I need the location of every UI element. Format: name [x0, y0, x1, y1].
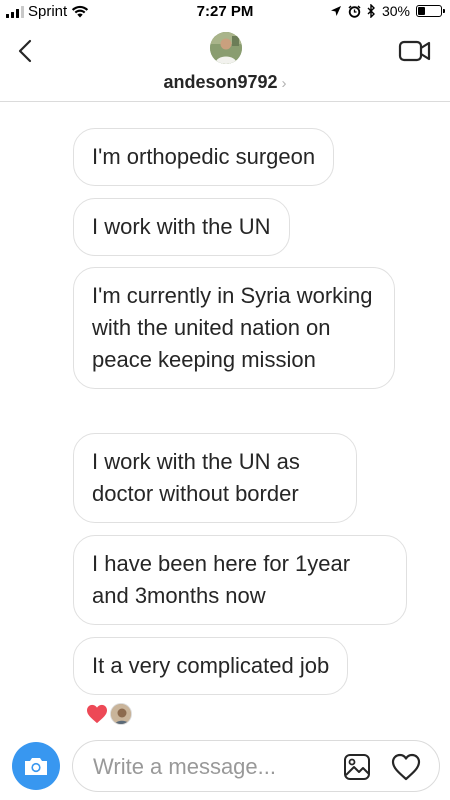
message-input[interactable]	[93, 749, 323, 785]
battery-icon	[416, 5, 445, 17]
message-bubble[interactable]: I work with the UN	[73, 198, 290, 256]
avatar[interactable]	[210, 32, 242, 64]
camera-button[interactable]	[12, 742, 60, 790]
message-bubble[interactable]: I have been here for 1year and 3months n…	[73, 535, 407, 625]
back-button[interactable]	[12, 36, 38, 66]
message-reactions	[86, 703, 132, 725]
avatar-photo	[210, 32, 242, 64]
message-input-wrapper	[72, 740, 440, 792]
video-camera-icon	[398, 40, 431, 62]
heart-icon	[391, 753, 421, 781]
location-arrow-icon	[330, 6, 341, 16]
chat-header: andeson9792 ›	[0, 24, 450, 102]
message-thread: I'm orthopedic surgeon I work with the U…	[0, 102, 450, 732]
battery-percent: 30%	[381, 3, 410, 19]
chat-username[interactable]: andeson9792 ›	[0, 72, 450, 93]
chevron-right-icon: ›	[281, 75, 287, 92]
username-label: andeson9792	[163, 72, 278, 92]
bluetooth-icon	[367, 4, 375, 18]
seen-avatar	[110, 703, 132, 725]
message-bubble[interactable]: I'm currently in Syria working with the …	[73, 267, 395, 389]
video-call-button[interactable]	[398, 38, 432, 64]
message-bubble[interactable]: It a very complicated job	[73, 637, 349, 695]
message-composer	[0, 732, 450, 800]
status-bar: Sprint 7:27 PM 30%	[0, 0, 450, 24]
status-right: 30%	[330, 3, 445, 19]
chevron-left-icon	[18, 39, 32, 63]
like-button[interactable]	[391, 753, 421, 781]
image-gallery-icon	[344, 754, 370, 780]
camera-icon	[25, 758, 47, 775]
heart-reaction-icon	[87, 704, 107, 724]
message-bubble[interactable]: I'm orthopedic surgeon	[73, 128, 335, 186]
gallery-button[interactable]	[343, 753, 371, 781]
battery-fill	[418, 7, 425, 15]
message-bubble[interactable]: I work with the UN as doctor without bor…	[73, 433, 357, 523]
alarm-icon	[348, 4, 361, 18]
